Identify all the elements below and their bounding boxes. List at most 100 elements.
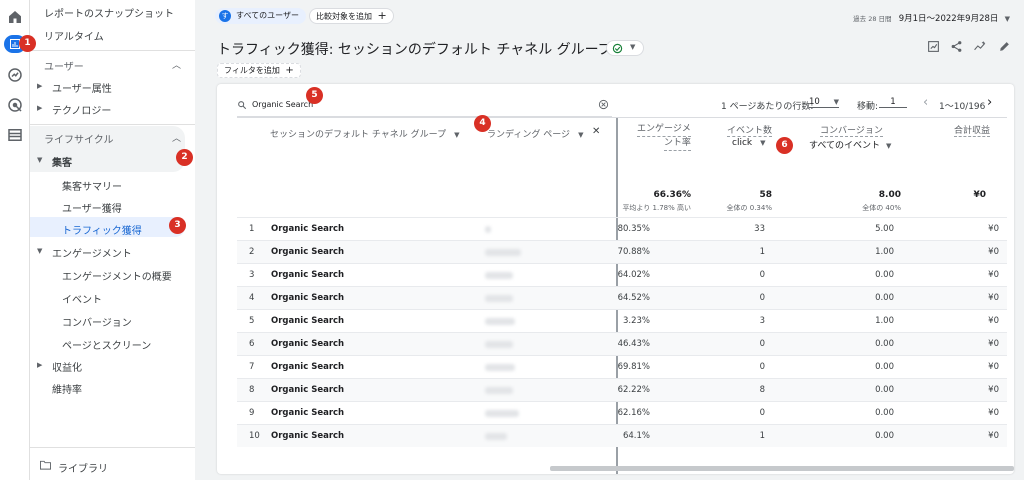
- table-row[interactable]: 3 Organic Search 64.02% 0 0.00 ¥0: [237, 263, 1007, 286]
- row-landing-page-redacted: [485, 272, 513, 279]
- add-filter-label: フィルタを追加: [224, 66, 280, 75]
- status-check-dropdown[interactable]: ▼: [606, 40, 644, 56]
- expand-arrow-icon[interactable]: ▶: [37, 82, 42, 90]
- column-header-engagement-rate[interactable]: エンゲージメ ント率: [637, 123, 691, 151]
- nav-item-user-attributes[interactable]: ユーザー属性: [52, 80, 112, 95]
- row-engagement-rate: 64.02%: [617, 270, 650, 280]
- row-revenue: ¥0: [988, 293, 999, 303]
- share-icon[interactable]: [950, 40, 963, 53]
- row-index: 7: [249, 362, 255, 372]
- row-landing-page-redacted: [485, 318, 515, 325]
- table-row[interactable]: 10 Organic Search 64.1% 1 0.00 ¥0: [237, 424, 1007, 447]
- expand-arrow-icon[interactable]: ▶: [37, 104, 42, 112]
- table-row[interactable]: 5 Organic Search 3.23% 3 1.00 ¥0: [237, 309, 1007, 332]
- row-index: 3: [249, 270, 255, 280]
- nav-item-user-acquisition[interactable]: ユーザー獲得: [62, 200, 122, 215]
- table-row[interactable]: 1 Organic Search 80.35% 33 5.00 ¥0: [237, 217, 1007, 240]
- table-row[interactable]: 7 Organic Search 69.81% 0 0.00 ¥0: [237, 355, 1007, 378]
- nav-item-engagement-overview[interactable]: エンゲージメントの概要: [62, 268, 172, 283]
- row-revenue: ¥0: [988, 339, 999, 349]
- explore-icon[interactable]: [6, 66, 24, 84]
- rows-per-page-value: 10: [809, 97, 820, 107]
- clear-search-icon[interactable]: [598, 99, 609, 110]
- nav-item-library[interactable]: ライブラリ: [58, 460, 108, 475]
- goto-page-input[interactable]: 1: [879, 97, 907, 108]
- nav-item-retention[interactable]: 維持率: [52, 381, 82, 396]
- row-conversions: 1.00: [875, 316, 894, 326]
- nav-item-engagement[interactable]: エンゲージメント: [52, 245, 132, 260]
- advertising-icon[interactable]: [6, 96, 24, 114]
- pencil-icon[interactable]: [998, 40, 1011, 53]
- nav-item-conversions[interactable]: コンバージョン: [62, 314, 132, 329]
- collapse-arrow-icon[interactable]: ▼: [37, 156, 42, 164]
- nav-section-user[interactable]: ユーザー: [44, 58, 84, 73]
- table-row[interactable]: 4 Organic Search 64.52% 0 0.00 ¥0: [237, 286, 1007, 309]
- column-header-landing-page[interactable]: ランディング ページ ▼: [487, 127, 583, 140]
- row-revenue: ¥0: [988, 316, 999, 326]
- total-conversions: 8.00: [878, 190, 901, 200]
- segment-chip-all-users[interactable]: す すべてのユーザー: [215, 8, 306, 24]
- table-row[interactable]: 8 Organic Search 62.22% 8 0.00 ¥0: [237, 378, 1007, 401]
- event-filter-select[interactable]: click ▼: [732, 138, 766, 148]
- table-search-input[interactable]: Organic Search: [252, 100, 313, 109]
- row-conversions: 5.00: [875, 224, 894, 234]
- collapse-arrow-icon[interactable]: ▼: [37, 247, 42, 255]
- add-comparison-button[interactable]: 比較対象を追加 +: [309, 8, 394, 24]
- table-row[interactable]: 2 Organic Search 70.88% 1 1.00 ¥0: [237, 240, 1007, 263]
- row-channel-group: Organic Search: [271, 293, 345, 303]
- nav-divider: [30, 50, 195, 51]
- table-row[interactable]: 9 Organic Search 62.16% 0 0.00 ¥0: [237, 401, 1007, 424]
- nav-item-events[interactable]: イベント: [62, 291, 102, 306]
- remove-dimension-icon[interactable]: ✕: [592, 126, 600, 137]
- insights-icon[interactable]: [973, 40, 987, 53]
- prev-page-icon[interactable]: ‹: [923, 95, 928, 110]
- row-index: 4: [249, 293, 255, 303]
- header-divider: [237, 117, 1007, 118]
- edit-report-icon[interactable]: [927, 40, 940, 53]
- configure-icon[interactable]: [6, 126, 24, 144]
- conversion-filter-select[interactable]: すべてのイベント ▼: [809, 138, 891, 151]
- horizontal-scrollbar[interactable]: [550, 466, 1014, 471]
- column-header-channel-group[interactable]: セッションのデフォルト チャネル グループ ▼: [270, 127, 459, 140]
- plus-icon: +: [285, 65, 294, 76]
- nav-item-traffic-acquisition[interactable]: トラフィック獲得: [62, 222, 142, 237]
- nav-item-snapshot[interactable]: レポートのスナップショット: [44, 5, 174, 20]
- annotation-badge-6: 6: [776, 137, 793, 154]
- nav-item-acquisition-overview[interactable]: 集客サマリー: [62, 178, 122, 193]
- date-range-picker[interactable]: 過去 28 日間 9月1日～2022年9月28日 ▼: [853, 12, 1010, 24]
- rows-per-page-select[interactable]: 10 ▼: [809, 97, 839, 108]
- nav-item-monetization[interactable]: 収益化: [52, 359, 82, 374]
- expand-arrow-icon[interactable]: ▶: [37, 361, 42, 369]
- row-index: 6: [249, 339, 255, 349]
- column-header-engagement-rate-line1: エンゲージメ: [637, 123, 691, 137]
- chevron-up-icon[interactable]: ︿: [172, 131, 181, 144]
- row-conversions: 0.00: [875, 339, 894, 349]
- conversion-filter-value: すべてのイベント: [809, 141, 881, 151]
- column-header-event-count[interactable]: イベント数: [727, 123, 773, 137]
- add-filter-button[interactable]: フィルタを追加 +: [217, 63, 301, 78]
- row-revenue: ¥0: [988, 408, 999, 418]
- row-channel-group: Organic Search: [271, 431, 345, 441]
- annotation-badge-3: 3: [169, 217, 186, 234]
- row-engagement-rate: 62.22%: [617, 385, 650, 395]
- table-row[interactable]: 6 Organic Search 46.43% 0 0.00 ¥0: [237, 332, 1007, 355]
- next-page-icon[interactable]: ›: [987, 95, 992, 110]
- nav-item-realtime[interactable]: リアルタイム: [44, 28, 104, 43]
- row-revenue: ¥0: [988, 270, 999, 280]
- nav-section-lifecycle[interactable]: ライフサイクル: [44, 131, 114, 146]
- column-header-channel-group-label: セッションのデフォルト チャネル グループ: [270, 130, 447, 140]
- column-header-conversions[interactable]: コンバージョン: [820, 123, 883, 137]
- column-header-total-revenue[interactable]: 合計収益: [954, 123, 991, 137]
- row-index: 1: [249, 224, 255, 234]
- nav-item-pages-screens[interactable]: ページとスクリーン: [62, 337, 151, 352]
- row-conversions: 0.00: [875, 431, 894, 441]
- home-icon[interactable]: [6, 8, 24, 26]
- column-header-engagement-rate-line2: ント率: [663, 137, 691, 151]
- chevron-up-icon[interactable]: ︿: [172, 58, 181, 71]
- row-landing-page-redacted: [485, 364, 515, 371]
- row-event-count: 0: [759, 270, 765, 280]
- nav-item-acquisition[interactable]: 集客: [52, 154, 72, 169]
- nav-item-technology[interactable]: テクノロジー: [52, 102, 111, 117]
- row-landing-page-redacted: [485, 295, 513, 302]
- row-event-count: 0: [759, 339, 765, 349]
